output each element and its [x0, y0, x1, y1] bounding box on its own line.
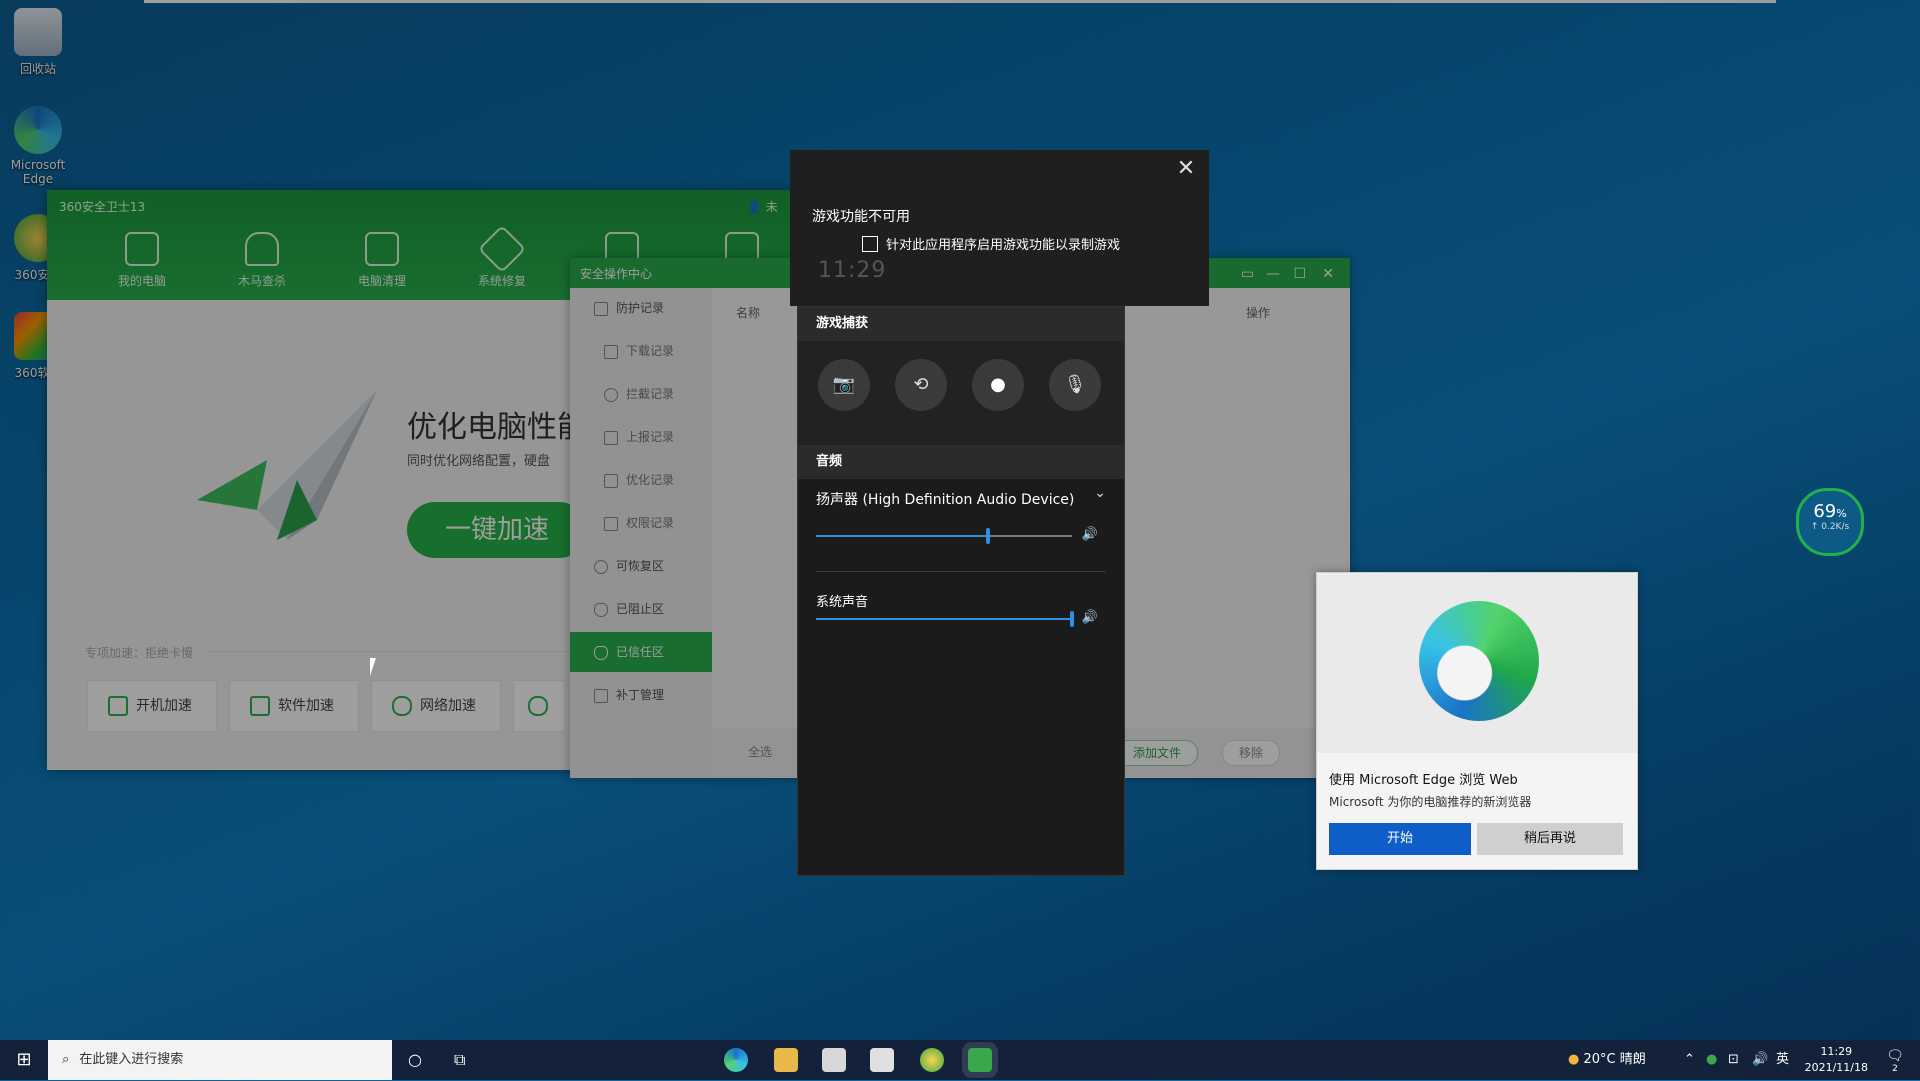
capture-area: 📷 ⟲ ● 🎙 [798, 341, 1124, 445]
capture-header: 游戏捕获 [798, 307, 1124, 341]
close-icon[interactable]: ✕ [1171, 154, 1201, 184]
file-explorer-icon[interactable] [774, 1048, 798, 1072]
mouse-cursor [370, 658, 382, 676]
game-unavailable-title: 游戏功能不可用 [812, 209, 910, 225]
enable-game-features-label: 针对此应用程序启用游戏功能以录制游戏 [886, 238, 1121, 253]
weather-text: 20°C 晴朗 [1583, 1052, 1646, 1067]
slider-fill [816, 535, 988, 537]
gauge-unit: % [1836, 507, 1847, 520]
screenshot-button[interactable]: 📷 [818, 359, 870, 411]
start-recording-button[interactable]: ● [972, 359, 1024, 411]
taskbar: ⊞ ⌕ 在此键入进行搜索 ○ ⧉ ● 20°C 晴朗 ⌃ ● ⊡ 🔊 英 11:2… [0, 1040, 1920, 1080]
speaker-icon[interactable]: 🔊 [1082, 527, 1098, 542]
clock-date: 2021/11/18 [1804, 1061, 1868, 1074]
enable-game-features-checkbox[interactable] [862, 236, 878, 252]
mic-off-icon: 🎙 [1063, 374, 1087, 395]
cortana-button[interactable]: ○ [408, 1040, 422, 1080]
record-last-button[interactable]: ⟲ [895, 359, 947, 411]
tray-overflow-button[interactable]: ⌃ [1684, 1040, 1695, 1080]
taskbar-search[interactable]: ⌕ 在此键入进行搜索 [48, 1040, 392, 1080]
taskbar-clock[interactable]: 11:29 2021/11/18 [1805, 1044, 1868, 1076]
speaker-volume-slider[interactable] [816, 528, 1072, 544]
sun-icon: ● [1568, 1052, 1580, 1067]
memory-gauge[interactable]: 69% ↑ 0.2K/s [1796, 488, 1864, 556]
edge-logo-icon [1419, 601, 1539, 721]
notification-center-button[interactable]: 🗨2 [1884, 1048, 1906, 1074]
slider-thumb[interactable] [1070, 611, 1074, 627]
camera-icon: 📷 [832, 374, 856, 395]
system-sound-label: 系统声音 [816, 595, 869, 610]
task-view-icon: ⧉ [454, 1050, 466, 1069]
audio-device-name: 扬声器 (High Definition Audio Device) [816, 492, 1075, 508]
chevron-up-icon: ⌃ [1684, 1052, 1695, 1067]
clock-time: 11:29 [1820, 1045, 1853, 1058]
ime-indicator[interactable]: 英 [1776, 1040, 1789, 1080]
audio-header: 音频 [798, 445, 1124, 479]
gauge-speed: ↑ 0.2K/s [1810, 522, 1850, 532]
chevron-down-icon[interactable]: ⌄ [1094, 485, 1106, 501]
edge-taskbar-icon[interactable] [724, 1048, 748, 1072]
edge-banner [1317, 573, 1637, 753]
speaker-icon[interactable]: 🔊 [1082, 610, 1098, 625]
network-icon[interactable]: ⊡ [1728, 1040, 1739, 1080]
360-tray-icon[interactable]: ● [1706, 1040, 1717, 1080]
volume-icon[interactable]: 🔊 [1752, 1040, 1768, 1080]
edge-start-button[interactable]: 开始 [1329, 823, 1471, 855]
edge-popup-subtext: Microsoft 为你的电脑推荐的新浏览器 [1329, 795, 1532, 809]
edge-popup-heading: 使用 Microsoft Edge 浏览 Web [1329, 773, 1518, 788]
store-icon[interactable] [822, 1048, 846, 1072]
gauge-value: 69 [1813, 501, 1837, 522]
start-button[interactable]: ⊞ [0, 1040, 48, 1080]
edge-recommendation-popup: 使用 Microsoft Edge 浏览 Web Microsoft 为你的电脑… [1316, 572, 1638, 870]
weather-widget[interactable]: ● 20°C 晴朗 [1568, 1040, 1646, 1080]
record-icon: ● [990, 374, 1006, 395]
search-icon: ⌕ [62, 1052, 70, 1067]
windows-icon: ⊞ [16, 1049, 32, 1070]
edge-later-button[interactable]: 稍后再说 [1477, 823, 1623, 855]
ghost-clock: 11:29 [818, 258, 887, 283]
audio-divider [816, 571, 1106, 572]
replay-icon: ⟲ [913, 374, 929, 395]
360-taskbar-icon[interactable] [920, 1048, 944, 1072]
cortana-icon: ○ [408, 1050, 422, 1069]
task-view-button[interactable]: ⧉ [454, 1040, 465, 1080]
system-volume-slider[interactable] [816, 611, 1074, 627]
game-capture-panel: 游戏捕获 📷 ⟲ ● 🎙 音频 扬声器 (High Definition Aud… [797, 306, 1125, 876]
microphone-toggle-button[interactable]: 🎙 [1049, 359, 1101, 411]
notification-icon: 🗨 [1886, 1048, 1904, 1064]
notification-count: 2 [1892, 1064, 1898, 1074]
security-center-taskbar-icon[interactable] [968, 1048, 992, 1072]
gauge-percent: 69% [1799, 501, 1861, 522]
mail-icon[interactable] [870, 1048, 894, 1072]
slider-thumb[interactable] [985, 528, 990, 544]
slider-fill [816, 618, 1072, 620]
search-placeholder: 在此键入进行搜索 [79, 1052, 184, 1067]
